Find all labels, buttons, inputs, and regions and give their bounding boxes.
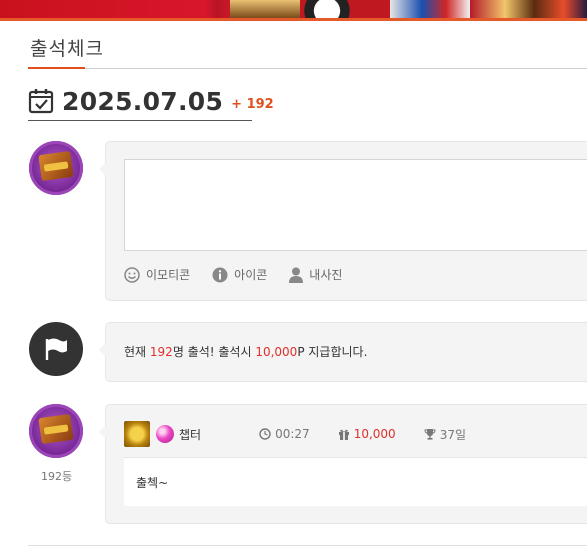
section-title: 출석체크 — [30, 38, 104, 60]
entry-nickname[interactable]: 챕터 — [179, 426, 201, 443]
write-tools: 이모티콘 아이콘 내사진 — [124, 266, 364, 283]
entry-header: 챕터 00:27 10,000 37일 — [124, 421, 587, 447]
notice-prefix: 현재 — [124, 345, 150, 359]
entry-comment-text: 출첵~ — [136, 476, 169, 490]
entry-points: 10,000 — [338, 427, 396, 441]
notice-points: 10,000 — [255, 345, 298, 359]
emoticon-label: 이모티콘 — [146, 268, 191, 282]
entry-days-value: 37일 — [439, 427, 466, 442]
member-orb-icon — [156, 425, 174, 443]
entry-card: 챕터 00:27 10,000 37일 출첵~ — [99, 404, 587, 524]
tab-underline — [28, 67, 85, 69]
entry-days: 37일 — [424, 426, 466, 443]
date-header: 2025.07.05 + 192 — [28, 86, 274, 116]
entry-time: 00:27 — [259, 427, 310, 441]
notice-avatar — [29, 322, 83, 376]
flag-icon — [45, 338, 67, 360]
gift-icon — [338, 429, 349, 440]
top-banner — [0, 0, 587, 18]
my-avatar — [29, 141, 83, 195]
attendance-date: 2025.07.05 — [62, 86, 224, 116]
level-badge-icon — [124, 421, 150, 447]
icon-label: 아이콘 — [234, 268, 268, 282]
entry-rank: 192등 — [41, 470, 73, 483]
section-divider — [85, 68, 587, 69]
date-underline — [28, 120, 252, 121]
trophy-icon — [424, 429, 436, 440]
notice-card: 현재 192명 출석! 출석시 10,000P 지급합니다. — [99, 322, 587, 382]
clock-icon — [259, 428, 271, 440]
entry-points-value: 10,000 — [353, 427, 396, 441]
attendance-notice: 현재 192명 출석! 출석시 10,000P 지급합니다. — [124, 343, 367, 360]
entry-avatar — [29, 404, 83, 458]
notice-middle: 명 출석! 출석시 — [172, 345, 256, 359]
calendar-check-icon — [28, 89, 54, 114]
icon-button[interactable]: 아이콘 — [212, 266, 267, 283]
entry-comment-box: 출첵~ — [124, 457, 587, 506]
photo-button[interactable]: 내사진 — [289, 266, 342, 283]
bottom-divider — [28, 545, 587, 546]
notice-count: 192 — [149, 345, 173, 359]
person-icon — [289, 267, 304, 283]
attendance-count: + 192 — [231, 97, 274, 112]
notice-suffix: P 지급합니다. — [297, 345, 368, 359]
entry-time-value: 00:27 — [275, 427, 310, 441]
info-icon — [212, 267, 228, 282]
smiley-icon — [124, 266, 140, 283]
write-card: 이모티콘 아이콘 내사진 — [99, 141, 587, 301]
emoticon-button[interactable]: 이모티콘 — [124, 266, 190, 283]
photo-label: 내사진 — [309, 268, 343, 282]
comment-input[interactable] — [124, 159, 587, 251]
banner-accent-line — [0, 18, 587, 21]
